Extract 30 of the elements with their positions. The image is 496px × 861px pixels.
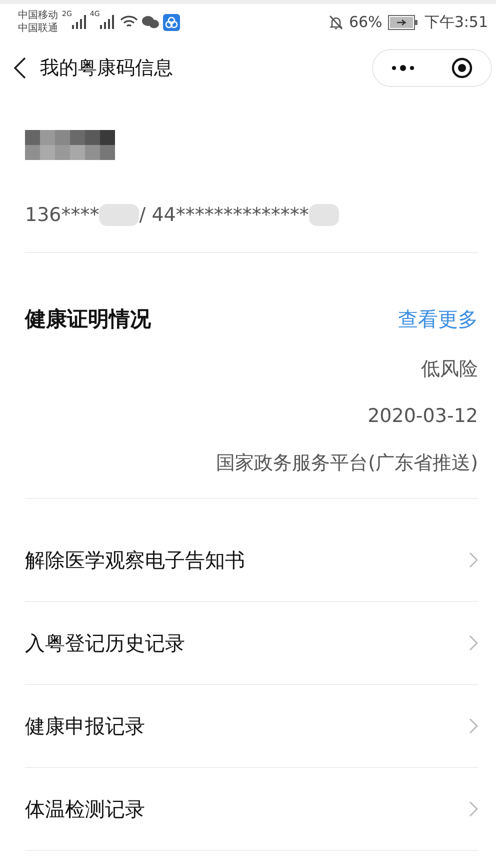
chevron-icon: [469, 552, 478, 568]
phone-number: 136****: [25, 204, 100, 226]
back-icon[interactable]: [14, 57, 26, 79]
menu-item[interactable]: 解除医学观察电子告知书: [25, 519, 478, 602]
page-title: 我的粤康码信息: [40, 56, 173, 81]
health-detail: 低风险: [421, 357, 478, 382]
clock-time: 下午3:51: [424, 12, 488, 32]
more-icon[interactable]: [391, 64, 415, 72]
blurred-text: [99, 204, 140, 226]
menu-item[interactable]: 健康申报记录: [25, 685, 478, 768]
muted-bell-icon: [328, 14, 343, 30]
health-detail: 2020-03-12: [368, 405, 478, 427]
health-detail: 国家政务服务平台(广东省推送): [216, 451, 478, 476]
battery-icon: [388, 14, 418, 30]
menu-item[interactable]: 体温检测记录: [25, 768, 478, 851]
chevron-icon: [469, 635, 478, 651]
chevron-icon: [469, 718, 478, 734]
carrier-label: 中国移动: [18, 9, 58, 22]
carrier-label: 中国联通: [18, 22, 58, 35]
id-number: / 44**************: [139, 204, 309, 226]
blurred-text: [308, 204, 339, 226]
chevron-icon: [469, 801, 478, 817]
section-title: 健康证明情况: [25, 306, 151, 333]
battery-percent: 66%: [348, 13, 382, 31]
signal-icon: [72, 15, 86, 29]
menu-item[interactable]: 入粤登记历史记录: [25, 602, 478, 685]
chat-icon: [142, 15, 159, 29]
wifi-icon: [120, 15, 138, 29]
signal-icon: [100, 15, 114, 29]
app-icon: [162, 14, 180, 30]
